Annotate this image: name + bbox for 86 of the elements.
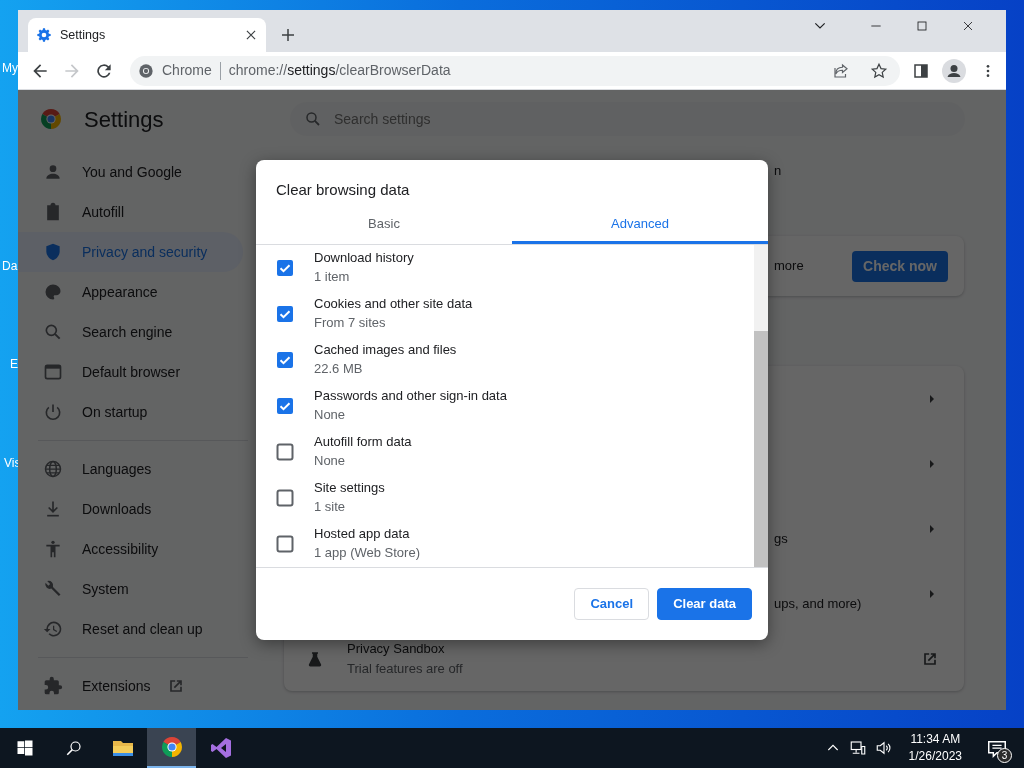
chrome-logo-icon <box>39 107 63 131</box>
shield-icon <box>43 242 63 262</box>
desktop-icon-label[interactable]: Da <box>2 257 18 275</box>
scrollbar[interactable] <box>754 245 768 567</box>
sidebar-item[interactable]: Appearance <box>18 272 243 312</box>
item-title: Download history <box>314 249 414 267</box>
sidebar-item[interactable]: Extensions <box>18 666 243 706</box>
checkbox[interactable] <box>276 443 294 461</box>
card-text: more <box>774 257 804 276</box>
accessibility-icon <box>43 539 63 559</box>
power-icon <box>43 402 63 422</box>
profile-avatar-icon[interactable] <box>942 58 966 83</box>
checkbox[interactable] <box>276 397 294 415</box>
person-icon <box>43 162 63 182</box>
close-icon[interactable] <box>244 28 258 42</box>
row-text: gs <box>774 529 788 548</box>
side-panel-icon[interactable] <box>912 61 930 80</box>
new-tab-icon[interactable] <box>279 26 297 44</box>
row-subtitle: Trial features are off <box>347 659 463 678</box>
item-title: Cached images and files <box>314 341 457 359</box>
item-detail: 22.6 MB <box>314 360 364 378</box>
chrome-logo-icon <box>159 735 184 759</box>
puzzle-icon <box>43 676 63 696</box>
cancel-button[interactable]: Cancel <box>574 588 650 620</box>
row-text: ups, and more) <box>774 594 862 613</box>
desktop-icon-label[interactable]: E <box>10 355 18 373</box>
history-icon <box>43 619 63 639</box>
item-detail: 1 item <box>314 268 351 286</box>
sidebar-item[interactable]: Search engine <box>18 312 243 352</box>
chrome-logo-icon <box>138 62 154 79</box>
checkbox[interactable] <box>276 351 294 369</box>
sidebar-item[interactable]: System <box>18 569 243 609</box>
browser-tab[interactable]: Settings <box>28 18 266 52</box>
palette-icon <box>43 282 63 302</box>
desktop-icon-label[interactable]: My <box>2 59 18 77</box>
sidebar-item[interactable]: Languages <box>18 449 243 489</box>
checkbox[interactable] <box>276 489 294 507</box>
dialog-title: Clear browsing data <box>275 180 411 200</box>
item-title: Cookies and other site data <box>314 295 473 313</box>
windows-logo-icon[interactable] <box>15 739 34 757</box>
row-title: Privacy Sandbox <box>347 640 446 658</box>
item-title: Hosted app data <box>314 525 411 543</box>
share-icon[interactable] <box>832 61 850 80</box>
dialog-tab[interactable]: Advanced <box>512 206 768 244</box>
star-icon[interactable] <box>870 61 888 80</box>
address-bar[interactable]: Chrome chrome://settings/clearBrowserData <box>130 55 900 86</box>
checkbox[interactable] <box>276 535 294 553</box>
maximize-icon[interactable] <box>914 18 930 34</box>
notification-count-badge: 3 <box>997 748 1012 763</box>
wrench-icon <box>43 579 63 599</box>
item-detail: 1 app (Web Store) <box>314 544 420 562</box>
section-heading: n <box>774 162 782 180</box>
item-detail: From 7 sites <box>314 314 387 332</box>
check-now-button[interactable]: Check now <box>852 250 948 282</box>
sidebar-item[interactable]: Default browser <box>18 352 243 392</box>
item-title: Autofill form data <box>314 433 412 451</box>
checkbox[interactable] <box>276 259 294 277</box>
speaker-icon[interactable] <box>874 739 893 757</box>
sidebar-item[interactable]: Privacy and security <box>18 232 243 272</box>
item-detail: None <box>314 452 347 470</box>
network-icon[interactable] <box>848 739 867 757</box>
flask-icon <box>306 649 324 668</box>
browser-icon <box>43 362 63 382</box>
page-title: Settings <box>84 105 165 134</box>
clear-data-button[interactable]: Clear data <box>657 588 752 620</box>
sidebar-item[interactable]: On startup <box>18 392 243 432</box>
search-icon <box>304 110 322 128</box>
sidebar-item[interactable]: You and Google <box>18 152 243 192</box>
sidebar-item[interactable]: Accessibility <box>18 529 243 569</box>
item-detail: 1 site <box>314 498 347 516</box>
gear-icon <box>36 27 52 43</box>
tab-title: Settings <box>60 26 107 44</box>
studio-logo-icon <box>208 736 233 760</box>
search-icon[interactable] <box>64 739 83 757</box>
search-icon <box>43 322 63 342</box>
item-title: Site settings <box>314 479 385 497</box>
sidebar-item[interactable]: Autofill <box>18 192 243 232</box>
checkbox[interactable] <box>276 305 294 323</box>
globe-icon <box>43 459 63 479</box>
dialog-tab[interactable]: Basic <box>256 206 512 244</box>
sidebar-item[interactable]: Downloads <box>18 489 243 529</box>
taskbar-app[interactable] <box>147 728 196 768</box>
clock[interactable]: 11:34 AM 1/26/2023 <box>908 731 962 765</box>
sidebar-item[interactable]: Reset and clean up <box>18 609 243 649</box>
item-detail: None <box>314 406 347 424</box>
item-title: Passwords and other sign-in data <box>314 387 507 405</box>
